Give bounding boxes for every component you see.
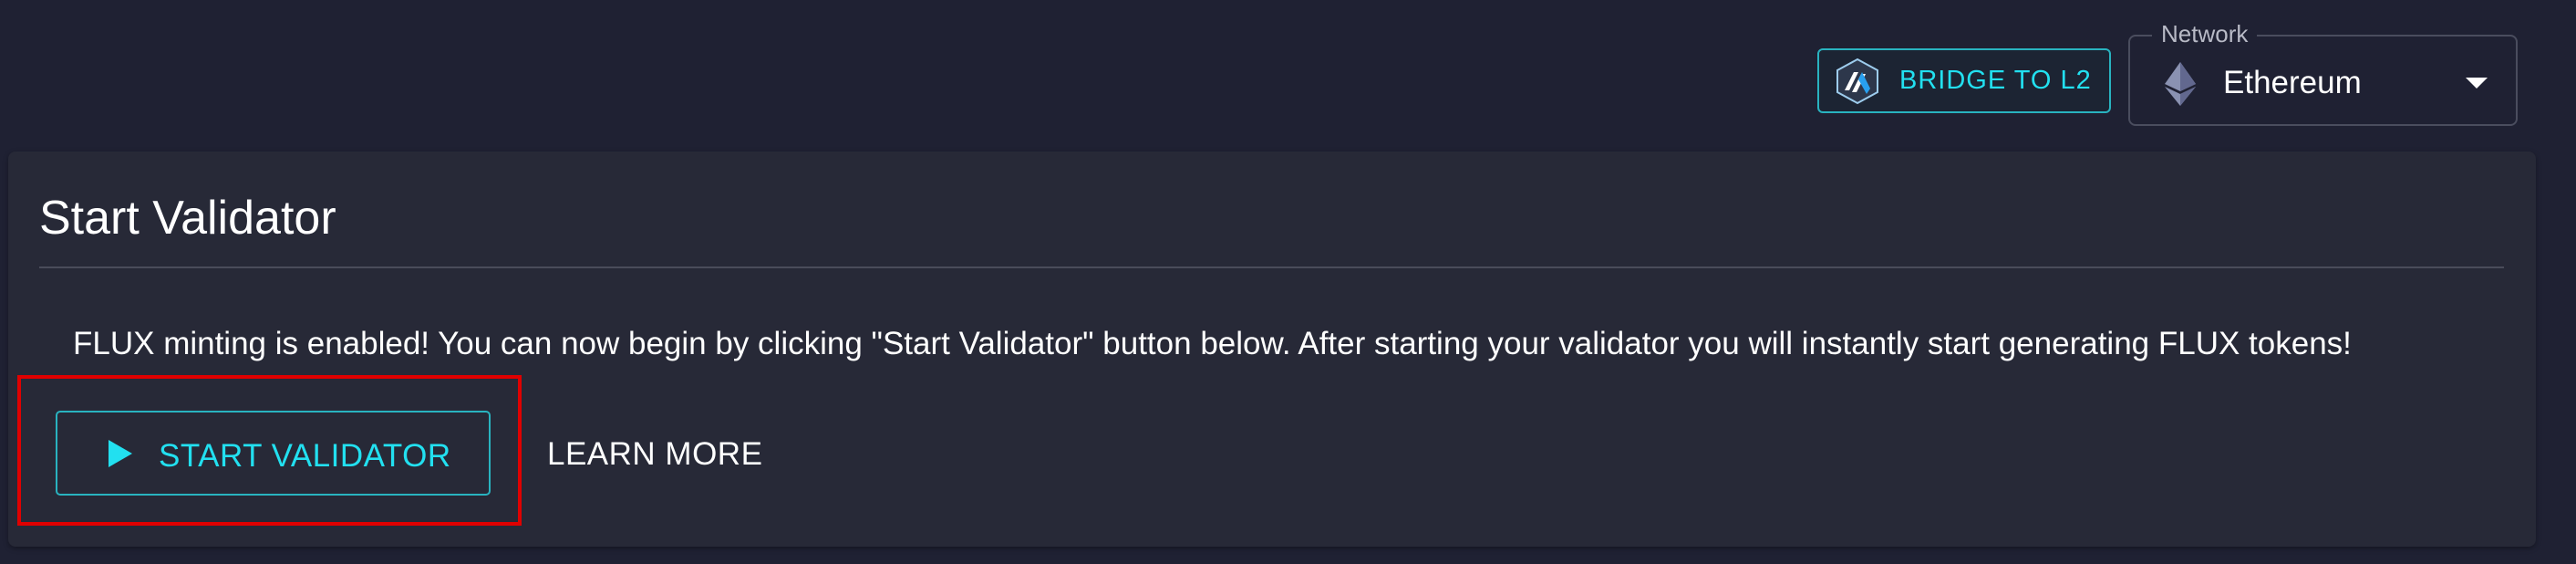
network-selected-value: Ethereum (2223, 65, 2362, 100)
start-validator-label: START VALIDATOR (159, 438, 451, 474)
divider (39, 266, 2504, 268)
card-title: Start Validator (39, 192, 336, 245)
ethereum-icon (2165, 62, 2196, 106)
start-validator-card: Start Validator FLUX minting is enabled!… (8, 151, 2536, 547)
minting-enabled-message: FLUX minting is enabled! You can now beg… (73, 326, 2352, 361)
arbitrum-logo-icon (1834, 57, 1881, 105)
network-select[interactable]: Network Ethereum (2128, 20, 2518, 126)
start-validator-button[interactable]: START VALIDATOR (56, 411, 491, 496)
network-legend: Network (2152, 20, 2258, 48)
bridge-button-label: BRIDGE TO L2 (1899, 66, 2092, 95)
play-icon (109, 440, 132, 467)
chevron-down-icon (2466, 78, 2488, 89)
bridge-to-l2-button[interactable]: BRIDGE TO L2 (1817, 48, 2111, 113)
learn-more-button[interactable]: LEARN MORE (547, 436, 762, 473)
